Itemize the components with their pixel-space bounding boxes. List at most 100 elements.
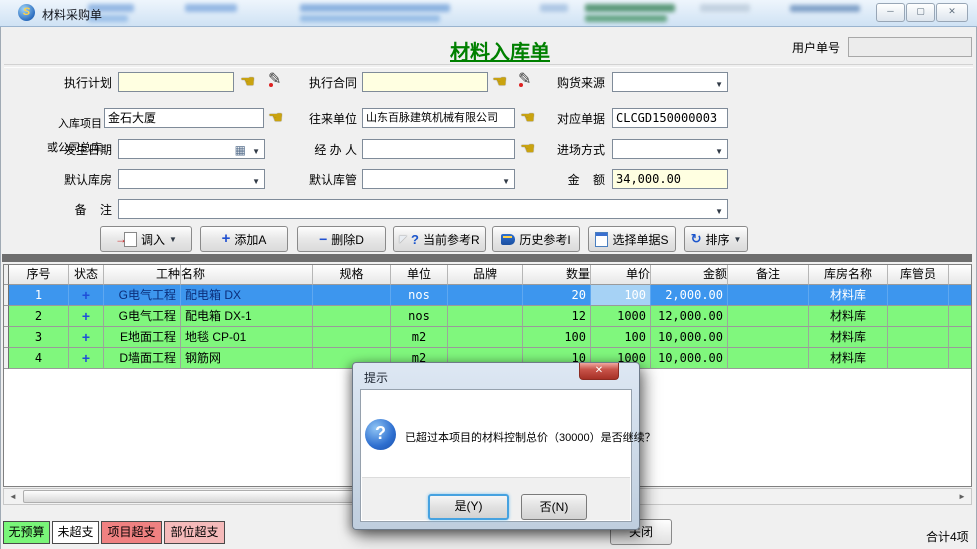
cell-keeper[interactable] — [888, 348, 949, 369]
cell-brand[interactable] — [448, 327, 523, 348]
scroll-right-icon[interactable]: ► — [954, 490, 970, 503]
col-header-price[interactable]: 单价 — [591, 265, 651, 285]
scrollbar-thumb[interactable] — [23, 490, 371, 503]
add-button[interactable]: + 添加A — [200, 226, 288, 252]
col-header-name[interactable]: 名称 — [181, 265, 313, 285]
cell-trade[interactable]: G电气工程 — [104, 285, 181, 306]
cell-keeper[interactable] — [888, 327, 949, 348]
load-button[interactable]: → 调入 ▼ — [100, 226, 192, 252]
table-row[interactable]: 3 + E地面工程 地毯 CP-01 m2 100 100 10,000.00 … — [4, 327, 971, 348]
cell-brand[interactable] — [448, 285, 523, 306]
default-warehouse-select[interactable]: 材料库 ▼ — [118, 169, 265, 189]
col-header-status[interactable]: 状态 — [69, 265, 104, 285]
dialog-close-icon[interactable]: ✕ — [579, 363, 619, 380]
cell-keeper[interactable] — [888, 306, 949, 327]
amount-field[interactable]: 34,000.00 — [612, 169, 728, 189]
hand-picker-icon[interactable]: ☚ — [240, 72, 255, 92]
cell-amount[interactable]: 10,000.00 — [651, 327, 728, 348]
current-ref-button[interactable]: ◤ ? 当前参考R — [393, 226, 486, 252]
cell-spec[interactable] — [313, 327, 391, 348]
cell-name[interactable]: 地毯 CP-01 — [181, 327, 313, 348]
cell-amount[interactable]: 2,000.00 — [651, 285, 728, 306]
hand-picker-icon[interactable]: ☚ — [520, 108, 535, 128]
maximize-button[interactable]: ▢ — [906, 3, 935, 22]
table-row[interactable]: 1 + G电气工程 配电箱 DX nos 20 100 2,000.00 材料库 — [4, 285, 971, 306]
ref-doc-field[interactable]: CLCGD150000003 — [612, 108, 728, 128]
cell-amount[interactable]: 10,000.00 — [651, 348, 728, 369]
cell-keeper[interactable] — [888, 285, 949, 306]
cell-name[interactable]: 配电箱 DX — [181, 285, 313, 306]
chevron-down-icon[interactable]: ▼ — [252, 143, 260, 159]
hand-picker-icon[interactable]: ☚ — [268, 108, 283, 128]
edit-pen-icon[interactable]: ✎ — [518, 70, 531, 90]
chevron-down-icon[interactable]: ▼ — [502, 173, 510, 189]
splitter-bar[interactable] — [2, 254, 972, 262]
select-doc-button[interactable]: 选择单据S — [588, 226, 676, 252]
cell-warehouse[interactable]: 材料库 — [809, 327, 888, 348]
cell-remark[interactable] — [728, 327, 809, 348]
close-button[interactable]: ✕ — [936, 3, 968, 22]
col-header-unit[interactable]: 单位 — [391, 265, 448, 285]
handler-field[interactable] — [362, 139, 515, 159]
cell-qty[interactable]: 100 — [523, 327, 591, 348]
cell-brand[interactable] — [448, 306, 523, 327]
cell-status[interactable]: + — [69, 348, 104, 369]
scroll-left-icon[interactable]: ◄ — [5, 490, 21, 503]
chevron-down-icon[interactable]: ▼ — [715, 76, 723, 92]
cell-price[interactable]: 100 — [591, 327, 651, 348]
occur-date-field[interactable]: 2015-05-19 ▦ ▼ — [118, 139, 265, 159]
default-keeper-select[interactable]: ▼ — [362, 169, 515, 189]
cell-price[interactable]: 1000 — [591, 306, 651, 327]
user-no-field[interactable] — [848, 37, 972, 57]
cell-seq[interactable]: 2 — [9, 306, 69, 327]
no-button[interactable]: 否(N) — [521, 494, 587, 520]
col-header-keeper[interactable]: 库管员 — [888, 265, 949, 285]
cell-amount[interactable]: 12,000.00 — [651, 306, 728, 327]
cell-price-focused[interactable]: 100 — [591, 285, 651, 306]
cell-seq[interactable]: 1 — [9, 285, 69, 306]
col-header-amount[interactable]: 金额 — [651, 265, 728, 285]
cell-spec[interactable] — [313, 306, 391, 327]
cell-seq[interactable]: 4 — [9, 348, 69, 369]
cell-qty[interactable]: 20 — [523, 285, 591, 306]
cell-status[interactable]: + — [69, 285, 104, 306]
cell-unit[interactable]: nos — [391, 285, 448, 306]
table-row[interactable]: 2 + G电气工程 配电箱 DX-1 nos 12 1000 12,000.00… — [4, 306, 971, 327]
yes-button[interactable]: 是(Y) — [428, 494, 509, 520]
cell-status[interactable]: + — [69, 327, 104, 348]
cell-warehouse[interactable]: 材料库 — [809, 285, 888, 306]
entry-mode-select[interactable]: 采购入库 ▼ — [612, 139, 728, 159]
remark-field[interactable]: ▼ — [118, 199, 728, 219]
calendar-icon[interactable]: ▦ — [235, 141, 246, 159]
cell-warehouse[interactable]: 材料库 — [809, 348, 888, 369]
cell-spec[interactable] — [313, 285, 391, 306]
cell-trade[interactable]: G电气工程 — [104, 306, 181, 327]
cell-trade[interactable]: D墙面工程 — [104, 348, 181, 369]
chevron-down-icon[interactable]: ▼ — [715, 143, 723, 159]
purchase-source-select[interactable]: 自购 ▼ — [612, 72, 728, 92]
history-ref-button[interactable]: 历史参考I — [492, 226, 580, 252]
cell-name[interactable]: 钢筋网 — [181, 348, 313, 369]
cell-status[interactable]: + — [69, 306, 104, 327]
exec-plan-field[interactable] — [118, 72, 234, 92]
hand-picker-icon[interactable]: ☚ — [520, 139, 535, 159]
edit-pen-icon[interactable]: ✎ — [268, 70, 281, 90]
col-header-seq[interactable]: 序号 — [9, 265, 69, 285]
chevron-down-icon[interactable]: ▼ — [252, 173, 260, 189]
col-header-warehouse[interactable]: 库房名称 — [809, 265, 888, 285]
cell-seq[interactable]: 3 — [9, 327, 69, 348]
delete-button[interactable]: − 删除D — [297, 226, 386, 252]
col-header-spec[interactable]: 规格 — [313, 265, 391, 285]
chevron-down-icon[interactable]: ▼ — [715, 203, 723, 219]
exec-contract-field[interactable] — [362, 72, 488, 92]
cell-remark[interactable] — [728, 306, 809, 327]
hand-picker-icon[interactable]: ☚ — [492, 72, 507, 92]
col-header-trade[interactable]: 工种 — [104, 265, 181, 285]
cell-trade[interactable]: E地面工程 — [104, 327, 181, 348]
cell-warehouse[interactable]: 材料库 — [809, 306, 888, 327]
minimize-button[interactable]: ─ — [876, 3, 905, 22]
cell-remark[interactable] — [728, 285, 809, 306]
counterparty-field[interactable]: 山东百脉建筑机械有限公司 — [362, 108, 515, 128]
cell-remark[interactable] — [728, 348, 809, 369]
cell-name[interactable]: 配电箱 DX-1 — [181, 306, 313, 327]
